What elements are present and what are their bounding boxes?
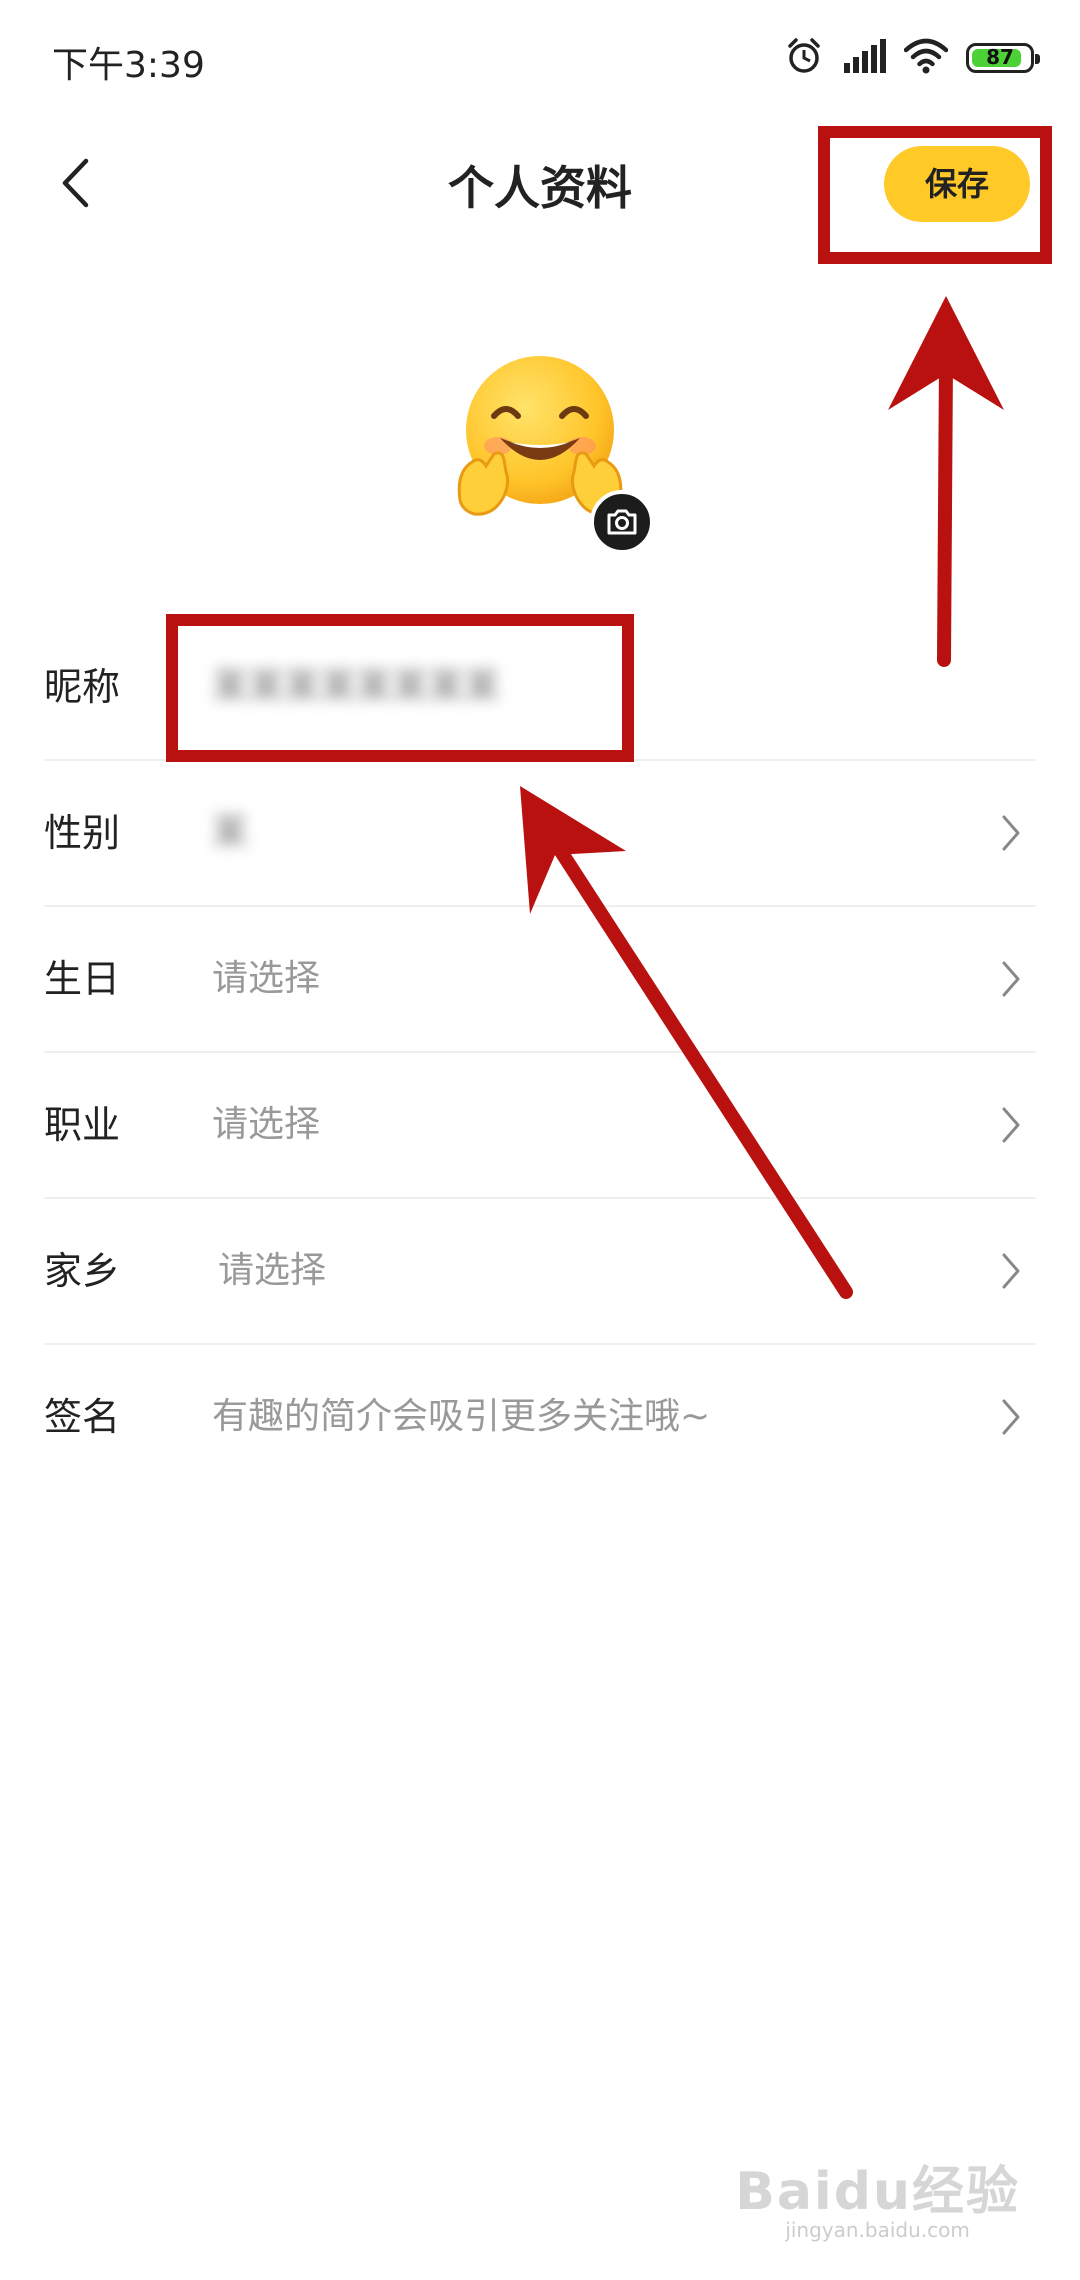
status-time: 下午3:39: [52, 45, 205, 86]
status-icons: 87: [784, 36, 1040, 80]
save-button[interactable]: 保存: [884, 146, 1030, 222]
battery-cap: [1035, 54, 1040, 64]
chevron-right-icon: [1002, 815, 1020, 851]
row-label: 生日: [44, 957, 121, 1001]
baidu-watermark: Baidu经验 jingyan.baidu.com: [735, 2149, 1020, 2242]
form-row-gender[interactable]: 性别 某: [44, 761, 1036, 907]
nickname-input[interactable]: 某某某某某某某某: [212, 615, 500, 759]
chevron-right-icon: [1002, 1253, 1020, 1289]
arrow-to-save-icon: [888, 296, 1004, 667]
chevron-right-icon: [1002, 1399, 1020, 1435]
alarm-icon: [784, 36, 824, 80]
row-label: 性别: [44, 811, 121, 855]
row-label: 职业: [44, 1103, 121, 1147]
form-row-birthday[interactable]: 生日 请选择: [44, 907, 1036, 1053]
profile-form: 昵称 某某某某某某某某 性别 某 生日 请选择 职业 请选择 家乡 请选择 签名…: [0, 615, 1080, 1489]
row-value: 有趣的简介会吸引更多关注哦~: [212, 1396, 711, 1437]
form-row-signature[interactable]: 签名 有趣的简介会吸引更多关注哦~: [44, 1345, 1036, 1489]
row-label: 签名: [44, 1395, 121, 1439]
watermark-logo: Baidu经验: [735, 2162, 1020, 2222]
form-row-occupation[interactable]: 职业 请选择: [44, 1053, 1036, 1199]
battery-label: 87: [986, 45, 1014, 69]
avatar-container[interactable]: [450, 350, 654, 554]
battery-icon: 87: [966, 43, 1040, 73]
chevron-right-icon: [1002, 961, 1020, 997]
row-value: 请选择: [212, 1104, 321, 1145]
row-value: 某: [212, 812, 249, 853]
row-label: 昵称: [44, 665, 121, 709]
back-button[interactable]: [40, 150, 110, 220]
camera-icon[interactable]: [590, 490, 654, 554]
row-label: 家乡: [44, 1249, 121, 1293]
form-row-hometown[interactable]: 家乡 请选择: [44, 1199, 1036, 1345]
wifi-icon: [903, 38, 949, 78]
signal-icon: [842, 39, 886, 77]
chevron-left-icon: [60, 158, 90, 212]
chevron-right-icon: [1002, 1107, 1020, 1143]
form-row-nickname[interactable]: 昵称 某某某某某某某某: [44, 615, 1036, 761]
status-bar: 下午3:39 87: [0, 0, 1080, 120]
nav-header: 个人资料 保存: [0, 120, 1080, 250]
row-value: 请选择: [212, 958, 321, 999]
row-value: 请选择: [218, 1250, 327, 1291]
